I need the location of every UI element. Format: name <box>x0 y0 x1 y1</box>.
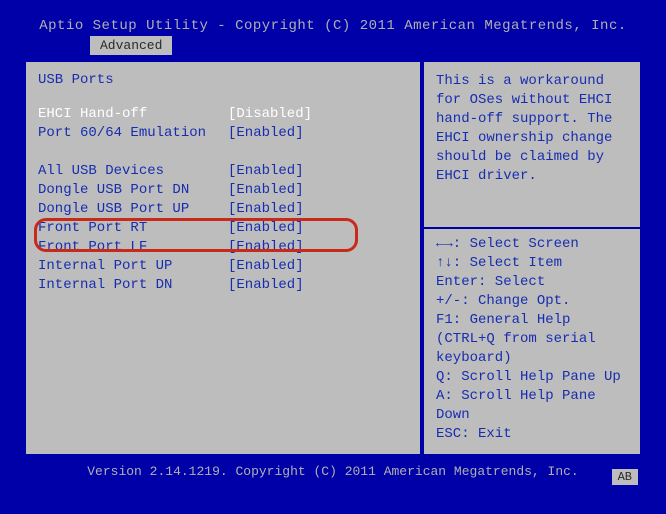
keyboard-indicator: AB <box>612 469 638 485</box>
hint-scroll-down: A: Scroll Help Pane Down <box>436 387 628 425</box>
help-pane: This is a workaround for OSes without EH… <box>422 60 642 456</box>
setting-label: Port 60/64 Emulation <box>38 125 228 141</box>
hint-change-opt: +/-: Change Opt. <box>436 292 628 311</box>
setting-label: EHCI Hand-off <box>38 106 228 122</box>
setting-value: [Enabled] <box>228 220 304 236</box>
setting-label: All USB Devices <box>38 163 228 179</box>
section-title: USB Ports <box>38 72 408 88</box>
footer-bar: Version 2.14.1219. Copyright (C) 2011 Am… <box>22 458 644 479</box>
row-dongle-usb-port-dn[interactable]: Dongle USB Port DN [Enabled] <box>38 180 408 199</box>
setting-value: [Enabled] <box>228 125 304 141</box>
setting-value: [Enabled] <box>228 182 304 198</box>
setting-label: Front Port LF <box>38 239 228 255</box>
main-panel: USB Ports EHCI Hand-off [Disabled] Port … <box>22 58 644 458</box>
setting-value: [Enabled] <box>228 258 304 274</box>
header-bar: Aptio Setup Utility - Copyright (C) 2011… <box>22 14 644 58</box>
row-port-60-64-emulation[interactable]: Port 60/64 Emulation [Enabled] <box>38 123 408 142</box>
row-ehci-hand-off[interactable]: EHCI Hand-off [Disabled] <box>38 104 408 123</box>
utility-title: Aptio Setup Utility - Copyright (C) 2011… <box>22 18 644 34</box>
help-text: This is a workaround for OSes without EH… <box>436 72 628 221</box>
hint-esc: ESC: Exit <box>436 425 628 444</box>
setting-label: Front Port RT <box>38 220 228 236</box>
row-dongle-usb-port-up[interactable]: Dongle USB Port UP [Enabled] <box>38 199 408 218</box>
hint-keyboard: keyboard) <box>436 349 628 368</box>
setting-value: [Enabled] <box>228 239 304 255</box>
setting-label: Internal Port DN <box>38 277 228 293</box>
setting-value: [Enabled] <box>228 277 304 293</box>
tab-advanced[interactable]: Advanced <box>90 36 172 55</box>
hint-select-screen: ←→: Select Screen <box>436 235 628 254</box>
hint-select-item: ↑↓: Select Item <box>436 254 628 273</box>
hint-ctrl-q: (CTRL+Q from serial <box>436 330 628 349</box>
setting-value: [Disabled] <box>228 106 312 122</box>
row-internal-port-dn[interactable]: Internal Port DN [Enabled] <box>38 275 408 294</box>
settings-pane: USB Ports EHCI Hand-off [Disabled] Port … <box>24 60 422 456</box>
setting-label: Internal Port UP <box>38 258 228 274</box>
row-front-port-lf[interactable]: Front Port LF [Enabled] <box>38 237 408 256</box>
setting-value: [Enabled] <box>228 201 304 217</box>
hint-enter: Enter: Select <box>436 273 628 292</box>
row-internal-port-up[interactable]: Internal Port UP [Enabled] <box>38 256 408 275</box>
version-text: Version 2.14.1219. Copyright (C) 2011 Am… <box>87 464 578 479</box>
row-front-port-rt[interactable]: Front Port RT [Enabled] <box>38 218 408 237</box>
key-hints: ←→: Select Screen ↑↓: Select Item Enter:… <box>436 235 628 444</box>
blank-row <box>38 142 408 161</box>
hint-general-help: F1: General Help <box>436 311 628 330</box>
setting-label: Dongle USB Port DN <box>38 182 228 198</box>
row-all-usb-devices[interactable]: All USB Devices [Enabled] <box>38 161 408 180</box>
setting-value: [Enabled] <box>228 163 304 179</box>
divider <box>424 227 640 229</box>
setting-label: Dongle USB Port UP <box>38 201 228 217</box>
hint-scroll-up: Q: Scroll Help Pane Up <box>436 368 628 387</box>
